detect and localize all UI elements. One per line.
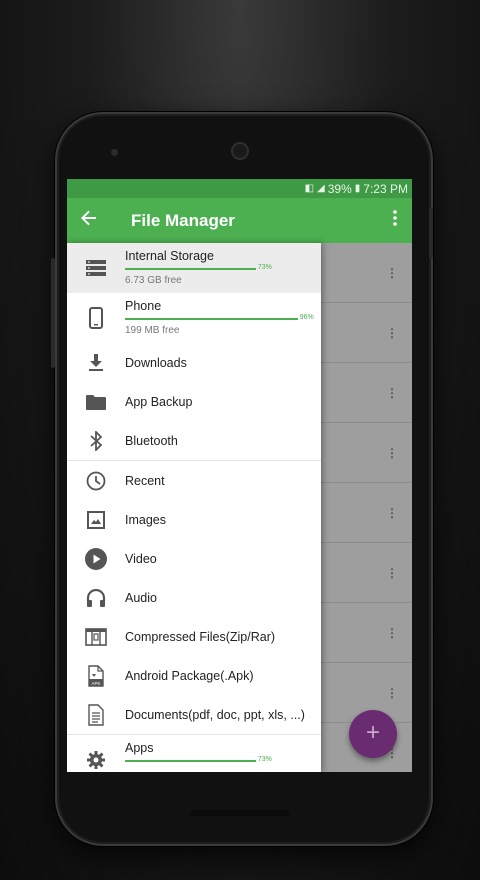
image-icon	[67, 510, 125, 529]
speaker-grille	[190, 810, 290, 816]
battery-percent: 39%	[327, 181, 352, 196]
volume-button	[51, 258, 55, 368]
clock-time: 7:23 PM	[363, 181, 408, 196]
storage-usage-bar: 73%	[125, 756, 307, 766]
drawer-item-apps[interactable]: Apps 73%	[67, 735, 321, 772]
storage-free: 6.73 GB free	[125, 275, 182, 286]
drawer-item-label: Video	[125, 551, 157, 566]
status-bar: ◧ ◢ 39% ▮ 7:23 PM	[67, 179, 412, 198]
bluetooth-icon	[67, 430, 125, 451]
page-title: File Manager	[131, 210, 235, 230]
more-vert-icon[interactable]: ⋮	[386, 567, 398, 579]
phone-icon	[67, 293, 125, 343]
drawer-item-documents[interactable]: Documents(pdf, doc, ppt, xls, ...)	[67, 695, 321, 734]
storage-usage-bar: 96%	[125, 314, 316, 324]
drawer-item-video[interactable]: Video	[67, 539, 321, 578]
signal-icon: ◢	[317, 183, 325, 194]
more-vert-icon[interactable]	[378, 210, 412, 231]
front-camera	[231, 142, 249, 160]
drawer-item-images[interactable]: Images	[67, 500, 321, 539]
drawer-item-label: Images	[125, 512, 166, 527]
storage-percent: 73%	[255, 264, 274, 271]
drawer-item-apk[interactable]: APK Android Package(.Apk)	[67, 656, 321, 695]
notification-icon: ◧	[304, 183, 315, 194]
storage-name: Apps	[125, 741, 154, 755]
storage-name: Internal Storage	[125, 249, 214, 263]
more-vert-icon[interactable]: ⋮	[386, 387, 398, 399]
list-item[interactable]: ⋮	[321, 363, 412, 423]
storage-name: Phone	[125, 299, 162, 313]
storage-percent: 96%	[297, 314, 316, 321]
list-item[interactable]: ⋮	[321, 303, 412, 363]
headphones-icon	[67, 588, 125, 607]
drawer-item-compressed[interactable]: Compressed Files(Zip/Rar)	[67, 617, 321, 656]
clock-icon	[67, 471, 125, 491]
more-vert-icon[interactable]: ⋮	[386, 327, 398, 339]
document-icon	[67, 703, 125, 726]
more-vert-icon[interactable]: ⋮	[386, 507, 398, 519]
download-icon	[67, 353, 125, 372]
folder-icon	[67, 394, 125, 410]
more-vert-icon[interactable]: ⋮	[386, 627, 398, 639]
screen: ◧ ◢ 39% ▮ 7:23 PM File Manager ⋮ ⋮ ⋮ ⋮ ⋮…	[67, 179, 412, 772]
apk-icon: APK	[67, 664, 125, 687]
list-item[interactable]: ⋮	[321, 543, 412, 603]
play-icon	[67, 547, 125, 570]
proximity-sensor	[111, 149, 118, 156]
drawer-item-phone[interactable]: Phone 96% 199 MB free	[67, 293, 321, 343]
drawer-item-bluetooth[interactable]: Bluetooth	[67, 421, 321, 460]
more-vert-icon[interactable]: ⋮	[386, 447, 398, 459]
drawer-item-audio[interactable]: Audio	[67, 578, 321, 617]
more-vert-icon[interactable]: ⋮	[386, 687, 398, 699]
file-list-background: ⋮ ⋮ ⋮ ⋮ ⋮ ⋮ ⋮ ⋮ ⋮	[321, 243, 412, 772]
list-item[interactable]: ⋮	[321, 243, 412, 303]
navigation-drawer: Internal Storage 73% 6.73 GB free Phone	[67, 243, 321, 772]
more-vert-icon[interactable]: ⋮	[386, 267, 398, 279]
list-item[interactable]: ⋮	[321, 483, 412, 543]
drawer-item-label: Recent	[125, 473, 165, 488]
drawer-item-label: Downloads	[125, 355, 187, 370]
storage-usage-bar: 73%	[125, 264, 307, 274]
drawer-item-recent[interactable]: Recent	[67, 461, 321, 500]
drawer-item-internal-storage[interactable]: Internal Storage 73% 6.73 GB free	[67, 243, 321, 293]
drawer-item-label: Android Package(.Apk)	[125, 668, 254, 683]
storage-icon	[67, 243, 125, 293]
drawer-item-app-backup[interactable]: App Backup	[67, 382, 321, 421]
add-fab-button[interactable]: +	[349, 710, 397, 758]
storage-free: 199 MB free	[125, 325, 180, 336]
drawer-item-label: Bluetooth	[125, 433, 178, 448]
drawer-item-label: Documents(pdf, doc, ppt, xls, ...)	[125, 707, 305, 722]
list-item[interactable]: ⋮	[321, 603, 412, 663]
archive-icon	[67, 627, 125, 646]
list-item[interactable]: ⋮	[321, 423, 412, 483]
svg-text:APK: APK	[91, 681, 100, 686]
storage-percent: 73%	[255, 756, 274, 763]
drawer-item-label: Compressed Files(Zip/Rar)	[125, 629, 276, 644]
drawer-item-label: App Backup	[125, 394, 193, 409]
power-button	[429, 208, 433, 258]
app-bar: File Manager	[67, 198, 412, 243]
drawer-item-label: Audio	[125, 590, 157, 605]
battery-icon: ▮	[354, 183, 361, 194]
drawer-item-downloads[interactable]: Downloads	[67, 343, 321, 382]
gear-icon	[67, 735, 125, 772]
arrow-left-icon[interactable]	[69, 209, 109, 232]
